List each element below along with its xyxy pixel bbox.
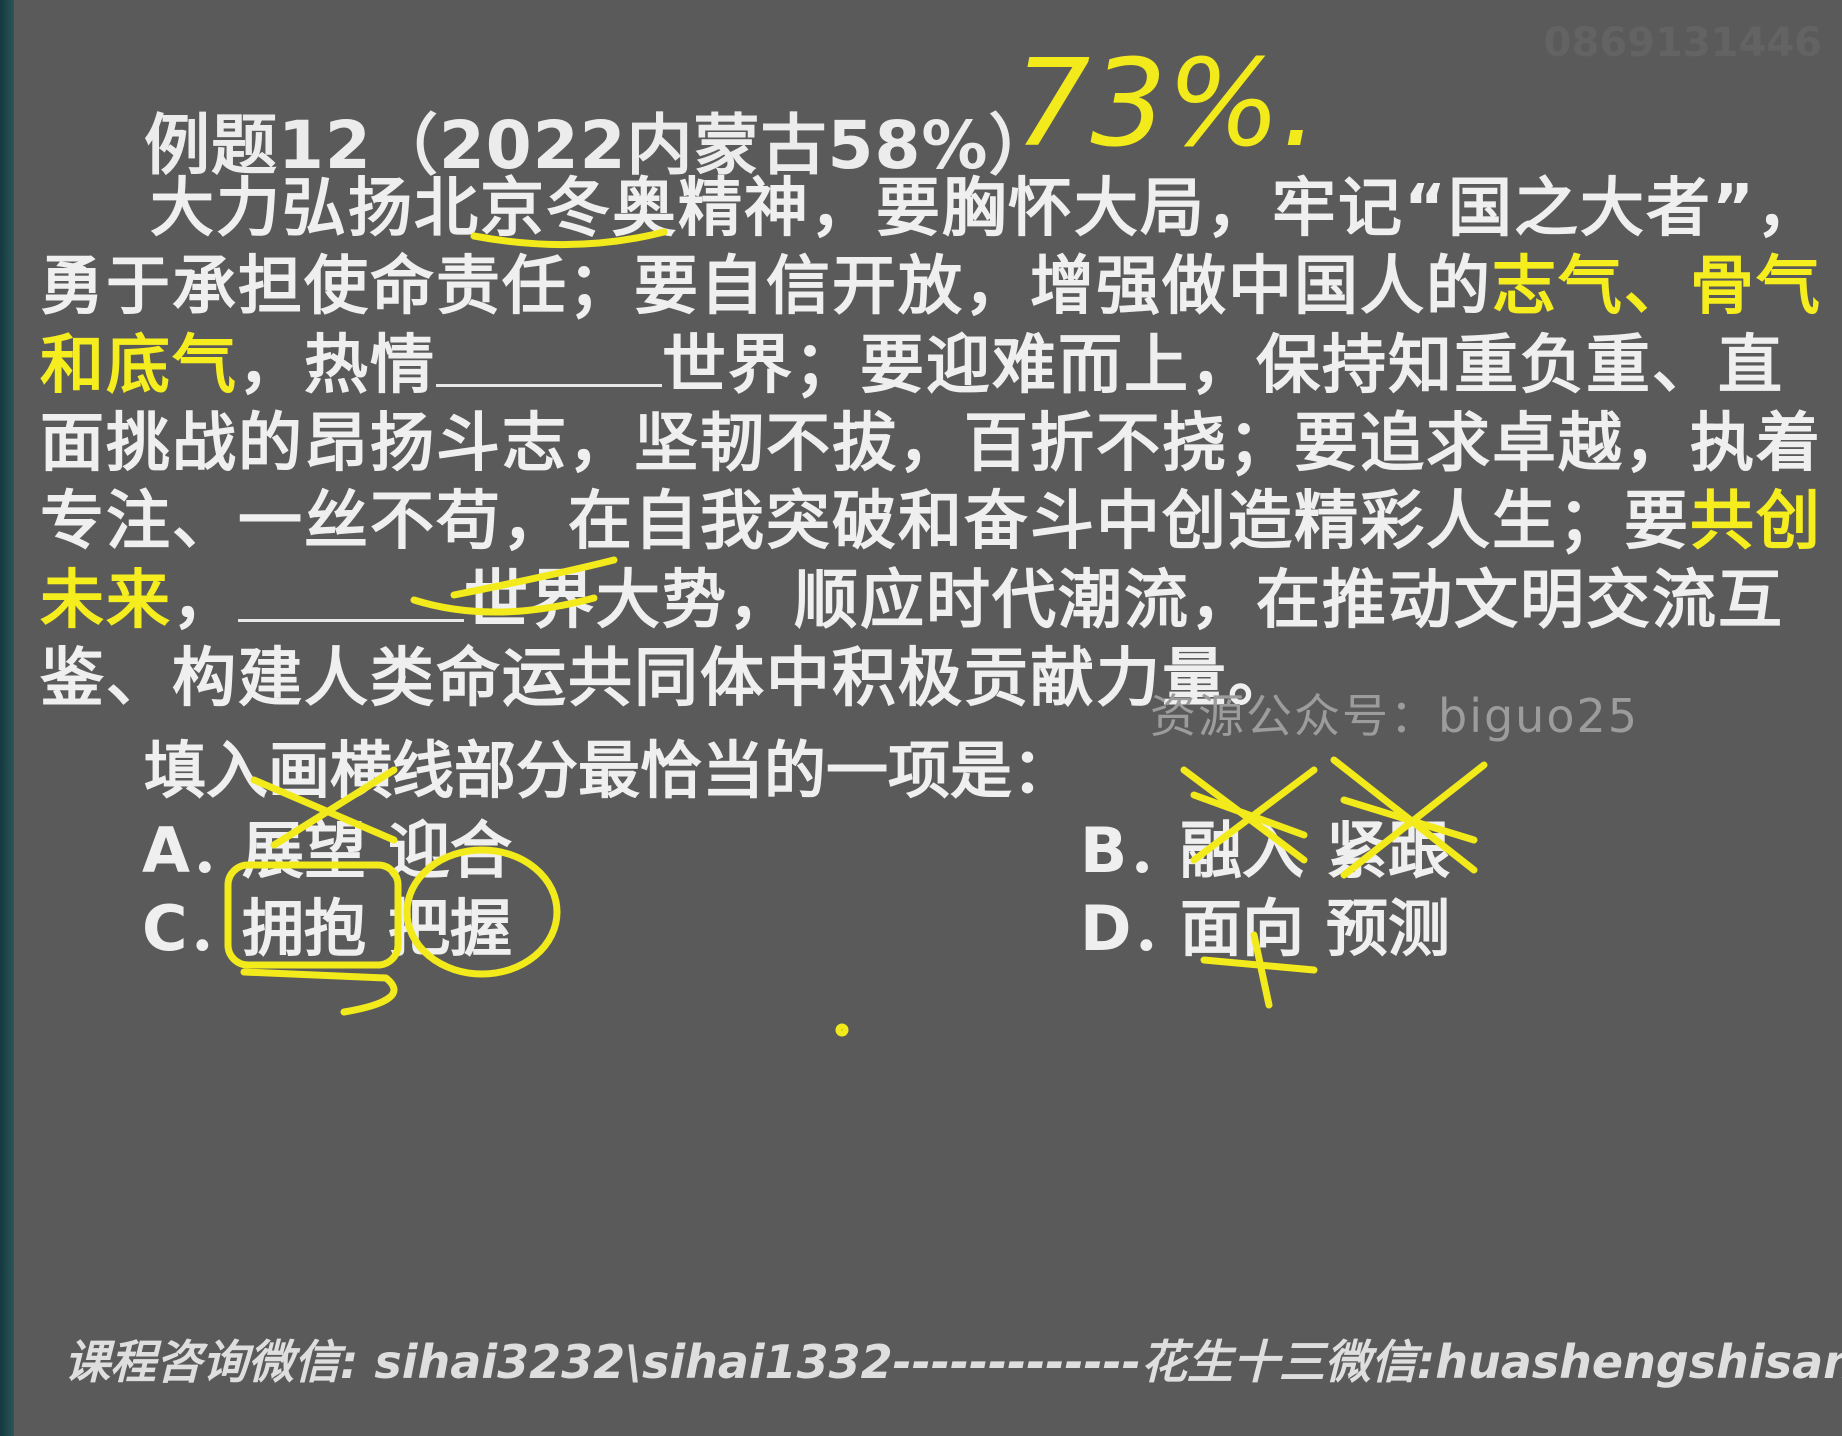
- ink-underline: [410, 594, 598, 616]
- ink-underline: [470, 228, 668, 249]
- strike-mark-a: [250, 766, 398, 849]
- window-left-edge: [0, 0, 14, 1436]
- ink-underline: [240, 968, 398, 1016]
- strike-mark-b2: [1330, 756, 1488, 879]
- circle-option-c-word2: [403, 846, 561, 978]
- ink-dot: [835, 1023, 849, 1037]
- ink-mark-d: [1200, 931, 1318, 1009]
- strike-mark-b1: [1180, 766, 1318, 864]
- circle-option-c-word1: [224, 861, 402, 969]
- slide: 0869131446 例题12（2022内蒙古58%） 大力弘扬北京冬奥精神，要…: [14, 0, 1842, 1436]
- handwritten-percentage: 73%.: [1014, 35, 1319, 174]
- ink-stroke: [450, 556, 618, 599]
- handwriting-layer: 73%.: [224, 35, 1488, 1037]
